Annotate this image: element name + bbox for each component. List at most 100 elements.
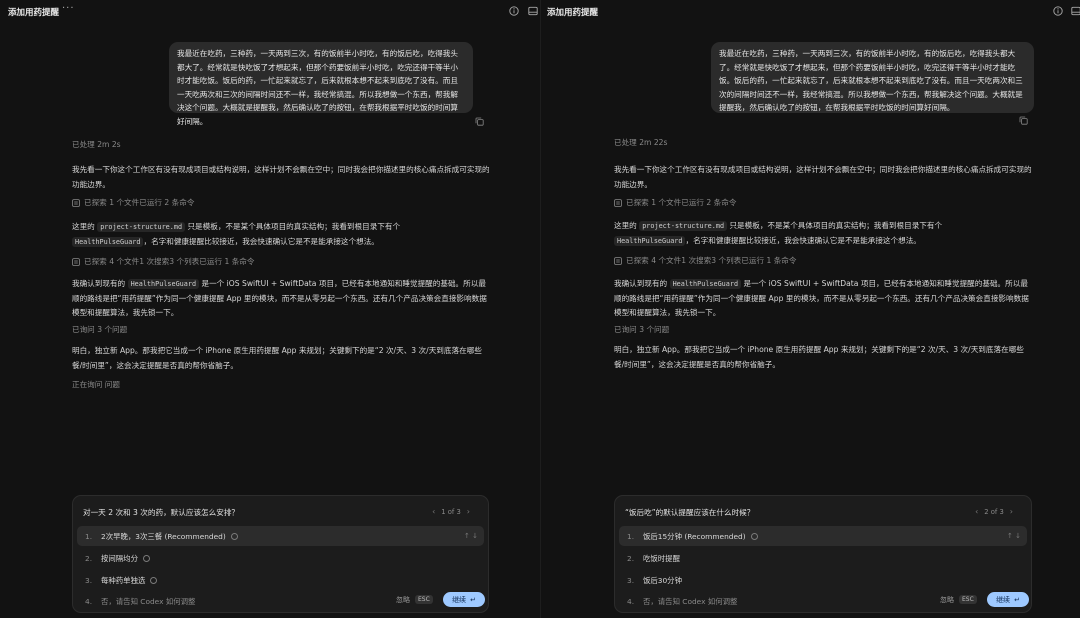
- panel-icon[interactable]: [528, 6, 538, 16]
- inline-code: HealthPulseGuard: [669, 279, 742, 289]
- question-pager: ‹ 2 of 3 ›: [975, 507, 1013, 516]
- info-icon[interactable]: [509, 6, 519, 16]
- text: 我确认到现有的: [72, 279, 126, 288]
- esc-shortcut: ESC: [959, 595, 977, 604]
- text: 只是模板，不是某个具体项目的真实结构；我看到根目录下有个: [187, 222, 401, 231]
- continue-button[interactable]: 继续 ↵: [987, 592, 1029, 607]
- updown-icon: ↑ ↓: [464, 532, 478, 540]
- updown-icon: ↑ ↓: [1007, 532, 1021, 540]
- info-icon[interactable]: [150, 576, 158, 584]
- option-label: 按间隔均分: [101, 553, 138, 563]
- text: 这里的: [72, 222, 95, 231]
- response-paragraph: 我先看一下你这个工作区有没有现成项目或结构说明，这样计划不会飘在空中；同时我会把…: [72, 165, 490, 189]
- response-paragraph: 这里的 project-structure.md 只是模板，不是某个具体项目的真…: [72, 220, 490, 249]
- left-pane: 添加用药提醒 ··· 我最近在吃药，三种药，一天两到三次，有的饭前半小时吃，有的…: [0, 0, 540, 618]
- option-label: 吃饭时提醒: [643, 553, 680, 563]
- explore-summary[interactable]: 已探索 4 个文件1 次搜索3 个列表已运行 1 条命令: [614, 254, 1032, 269]
- inline-code: HealthPulseGuard: [127, 279, 200, 289]
- more-options-button[interactable]: ···: [62, 3, 75, 14]
- text: 我确认到现有的: [614, 279, 668, 288]
- pager-label: 2 of 3: [984, 507, 1004, 516]
- explore-label: 已探索 1 个文件已运行 2 条命令: [626, 198, 737, 207]
- option-number: 3.: [627, 575, 635, 585]
- option-label: 否，请告知 Codex 如何调整: [643, 596, 738, 606]
- explore-icon: [614, 199, 622, 208]
- inline-code: HealthPulseGuard: [72, 236, 144, 247]
- asked-status: 已询问 3 个问题: [614, 325, 670, 334]
- response-paragraph: 明白，独立新 App。那我把它当成一个 iPhone 原生用药提醒 App 来规…: [72, 346, 482, 370]
- thread-title: 添加用药提醒: [8, 8, 60, 18]
- info-icon[interactable]: [142, 554, 150, 562]
- pager-label: 1 of 3: [441, 507, 461, 516]
- option-label: 每种药单独选: [101, 575, 146, 585]
- response-paragraph: 我确认到现有的 HealthPulseGuard 是一个 iOS SwiftUI…: [72, 277, 490, 321]
- text: ，名字和健康提醒比较接近，我会快速确认它是不是能承接这个想法。: [685, 235, 921, 245]
- explore-summary[interactable]: 已探索 1 个文件已运行 2 条命令: [72, 196, 490, 211]
- option-number: 1.: [85, 531, 93, 541]
- processed-status: 已处理 2m 22s: [614, 138, 668, 147]
- custom-answer-input[interactable]: 4. 否，请告知 Codex 如何调整: [619, 591, 901, 611]
- answer-option[interactable]: 2. 吃饭时提醒: [619, 548, 1027, 568]
- response-paragraph: 明白，独立新 App。那我把它当成一个 iPhone 原生用药提醒 App 来规…: [614, 345, 1024, 369]
- explore-summary[interactable]: 已探索 1 个文件已运行 2 条命令: [614, 196, 1032, 211]
- option-label: 饭后15分钟 (Recommended): [643, 531, 746, 541]
- continue-label: 继续: [996, 595, 1011, 604]
- response-paragraph: 这里的 project-structure.md 只是模板，不是某个具体项目的真…: [614, 219, 1032, 248]
- user-message: 我最近在吃药，三种药，一天两到三次，有的饭前半小时吃，有的饭后吃，吃得我头都大了…: [711, 42, 1034, 113]
- copy-icon[interactable]: [1019, 116, 1028, 125]
- prev-question-button[interactable]: ‹: [432, 507, 435, 516]
- answer-option[interactable]: 2. 按间隔均分: [77, 548, 484, 568]
- explore-label: 已探索 4 个文件1 次搜索3 个列表已运行 1 条命令: [84, 257, 255, 266]
- explore-label: 已探索 4 个文件1 次搜索3 个列表已运行 1 条命令: [626, 256, 797, 265]
- option-label: 2次早晚，3次三餐 (Recommended): [101, 531, 226, 541]
- explore-icon: [72, 258, 80, 267]
- asking-status: 正在询问 问题: [72, 380, 120, 389]
- explore-icon: [72, 199, 80, 208]
- explore-summary[interactable]: 已探索 4 个文件1 次搜索3 个列表已运行 1 条命令: [72, 255, 490, 270]
- esc-shortcut: ESC: [415, 595, 433, 604]
- question-panel: 对一天 2 次和 3 次的药，默认应该怎么安排？ ‹ 1 of 3 › 1. 2…: [72, 495, 489, 613]
- continue-button[interactable]: 继续 ↵: [443, 592, 485, 607]
- info-icon[interactable]: [230, 532, 238, 540]
- inline-code: project-structure.md: [97, 222, 186, 232]
- top-bar: 添加用药提醒 ···: [0, 0, 540, 24]
- option-number: 2.: [627, 553, 635, 563]
- option-number: 1.: [627, 531, 635, 541]
- skip-button[interactable]: 忽略: [940, 595, 954, 605]
- enter-icon: ↵: [470, 595, 476, 604]
- inline-code: project-structure.md: [639, 221, 728, 231]
- option-number: 3.: [85, 575, 93, 585]
- inline-code: HealthPulseGuard: [614, 235, 686, 246]
- response-paragraph: 我确认到现有的 HealthPulseGuard 是一个 iOS SwiftUI…: [614, 277, 1032, 321]
- explore-icon: [614, 257, 622, 266]
- processed-status: 已处理 2m 2s: [72, 140, 121, 149]
- answer-option[interactable]: 3. 饭后30分钟: [619, 570, 1027, 590]
- enter-icon: ↵: [1014, 595, 1020, 604]
- option-label: 否，请告知 Codex 如何调整: [101, 596, 196, 606]
- prev-question-button[interactable]: ‹: [975, 507, 978, 516]
- answer-option[interactable]: 1. 饭后15分钟 (Recommended) ↑ ↓: [619, 526, 1027, 546]
- question-title: “饭后吃”的默认提醒应该在什么时候？: [625, 508, 755, 517]
- info-icon[interactable]: [750, 532, 758, 540]
- thread-title: 添加用药提醒: [547, 8, 599, 18]
- next-question-button[interactable]: ›: [1010, 507, 1013, 516]
- copy-icon[interactable]: [475, 117, 484, 126]
- text: 只是模板，不是某个具体项目的真实结构；我看到根目录下有个: [729, 221, 943, 230]
- text: ，名字和健康提醒比较接近，我会快速确认它是不是能承接这个想法。: [143, 236, 379, 246]
- custom-answer-input[interactable]: 4. 否，请告知 Codex 如何调整: [77, 591, 358, 611]
- next-question-button[interactable]: ›: [467, 507, 470, 516]
- text: 这里的: [614, 221, 637, 230]
- continue-label: 继续: [452, 595, 467, 604]
- info-icon[interactable]: [1053, 6, 1063, 16]
- option-number: 4.: [85, 596, 93, 606]
- option-number: 2.: [85, 553, 93, 563]
- skip-button[interactable]: 忽略: [396, 595, 410, 605]
- question-title: 对一天 2 次和 3 次的药，默认应该怎么安排？: [83, 508, 240, 517]
- right-pane: 添加用药提醒 我最近在吃药，三种药，一天两到三次，有的饭前半小时吃，有的饭后吃，…: [540, 0, 1080, 618]
- panel-icon[interactable]: [1071, 6, 1080, 16]
- option-number: 4.: [627, 596, 635, 606]
- answer-option[interactable]: 3. 每种药单独选: [77, 570, 484, 590]
- answer-option[interactable]: 1. 2次早晚，3次三餐 (Recommended) ↑ ↓: [77, 526, 484, 546]
- user-message: 我最近在吃药，三种药，一天两到三次，有的饭前半小时吃，有的饭后吃，吃得我头都大了…: [169, 42, 473, 126]
- top-bar: 添加用药提醒: [541, 0, 1080, 24]
